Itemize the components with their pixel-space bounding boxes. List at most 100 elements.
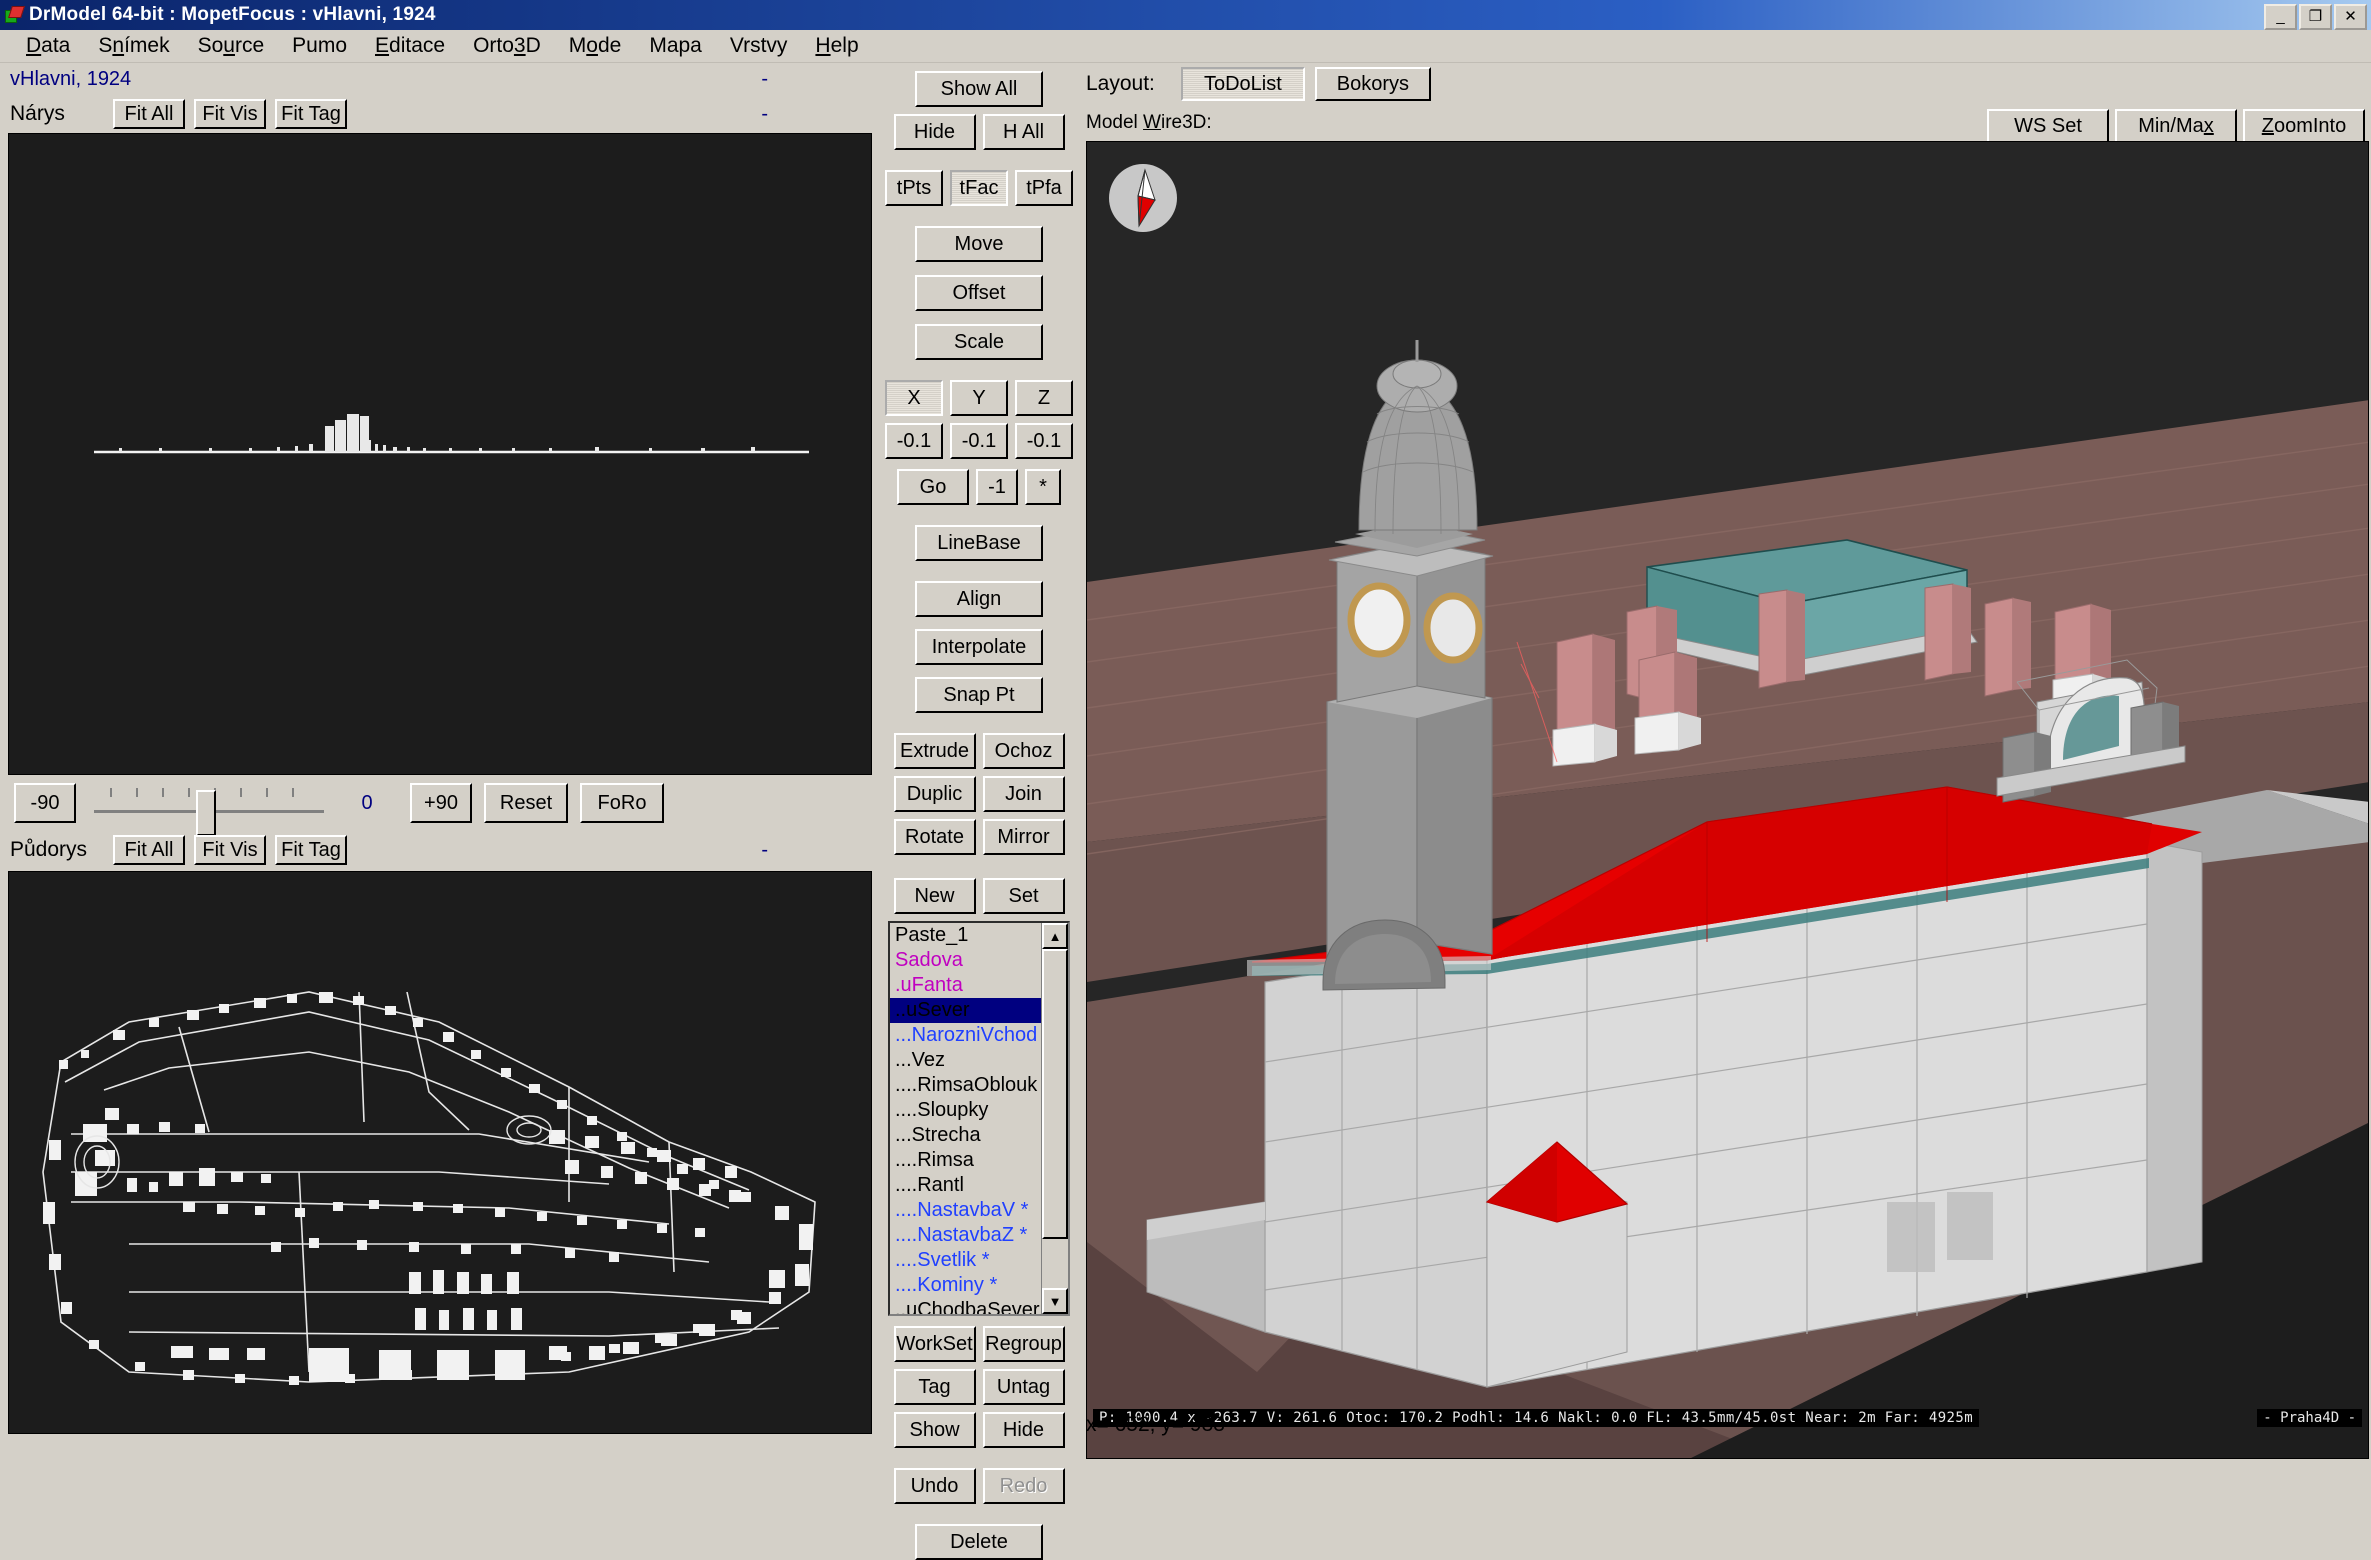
maximize-button[interactable]: ❐ bbox=[2299, 4, 2332, 30]
value-x-field[interactable]: -0.1 bbox=[885, 423, 943, 459]
menu-data[interactable]: DDataata bbox=[12, 32, 84, 60]
object-tree-items[interactable]: Paste_1 Sadova .uFanta ..uSever ...NarozniVc… bbox=[890, 923, 1042, 1314]
menu-pumo[interactable]: Pumo bbox=[278, 32, 361, 60]
tree-item[interactable]: ...Strecha bbox=[890, 1123, 1042, 1148]
linebase-button[interactable]: LineBase bbox=[915, 525, 1043, 561]
snap-pt-button[interactable]: Snap Pt bbox=[915, 677, 1043, 713]
delete-button[interactable]: Delete bbox=[915, 1524, 1043, 1560]
tpts-button[interactable]: tPts bbox=[885, 170, 943, 206]
workset-button[interactable]: WorkSet bbox=[893, 1326, 976, 1362]
align-button[interactable]: Align bbox=[915, 581, 1043, 617]
menu-snimek[interactable]: Snímek bbox=[84, 32, 183, 60]
hide-button[interactable]: Hide bbox=[893, 114, 976, 150]
plan-fit-vis-button[interactable]: Fit Vis bbox=[194, 835, 266, 865]
tree-item[interactable]: ....RimsaOblouk bbox=[890, 1073, 1042, 1098]
object-tree-list[interactable]: Paste_1 Sadova .uFanta ..uSever ...NarozniVc… bbox=[888, 921, 1070, 1316]
window-title: DrModel 64-bit : MopetFocus : vHlavni, 1… bbox=[29, 4, 436, 25]
slider-tick bbox=[240, 788, 242, 797]
join-button[interactable]: Join bbox=[982, 776, 1065, 812]
tree-scrollbar[interactable]: ▲ ▼ bbox=[1041, 923, 1068, 1314]
undo-button[interactable]: Undo bbox=[893, 1468, 976, 1504]
menu-orto3d[interactable]: Orto3D bbox=[459, 32, 555, 60]
tab-todolist[interactable]: ToDoList bbox=[1180, 67, 1305, 101]
plan-view-canvas[interactable] bbox=[8, 871, 872, 1434]
tree-item[interactable]: ....Kominy * bbox=[890, 1273, 1042, 1298]
tree-item[interactable]: ....Rimsa bbox=[890, 1148, 1042, 1173]
tree-item[interactable]: ....NastavbaV * bbox=[890, 1198, 1042, 1223]
menu-editace[interactable]: Editace bbox=[361, 32, 459, 60]
duplic-button[interactable]: Duplic bbox=[893, 776, 976, 812]
tree-item[interactable]: ..uChodbaSever bbox=[890, 1298, 1042, 1314]
show-all-button[interactable]: Show All bbox=[915, 71, 1043, 107]
tag-button[interactable]: Tag bbox=[893, 1369, 976, 1405]
scroll-up-button[interactable]: ▲ bbox=[1042, 923, 1068, 949]
tfac-button[interactable]: tFac bbox=[950, 170, 1008, 206]
tree-item[interactable]: Paste_1 bbox=[890, 923, 1042, 948]
set-button[interactable]: Set bbox=[982, 878, 1065, 914]
tree-item[interactable]: ....NastavbaZ * bbox=[890, 1223, 1042, 1248]
scale-button[interactable]: Scale bbox=[915, 324, 1043, 360]
min-max-button[interactable]: Min/Ma x bbox=[2115, 109, 2237, 143]
hide-selection-button[interactable]: Hide bbox=[982, 1412, 1065, 1448]
axis-z-button[interactable]: Z bbox=[1015, 380, 1073, 416]
go-button[interactable]: Go bbox=[897, 469, 969, 505]
h-all-button[interactable]: H All bbox=[982, 114, 1065, 150]
value-z-field[interactable]: -0.1 bbox=[1015, 423, 1073, 459]
move-button[interactable]: Move bbox=[915, 226, 1043, 262]
tree-item[interactable]: ...Vez bbox=[890, 1048, 1042, 1073]
menu-vrstvy[interactable]: Vrstvy bbox=[716, 32, 802, 60]
tree-item[interactable]: .uFanta bbox=[890, 973, 1042, 998]
minus-one-button[interactable]: -1 bbox=[976, 469, 1018, 505]
tree-item[interactable]: ..uSever bbox=[890, 998, 1042, 1023]
elevation-fit-tag-button[interactable]: Fit Tag bbox=[275, 99, 347, 129]
elevation-fit-all-button[interactable]: Fit All bbox=[113, 99, 185, 129]
tree-item[interactable]: Sadova bbox=[890, 948, 1042, 973]
tree-item[interactable]: ...NarozniVchod * bbox=[890, 1023, 1042, 1048]
minimize-button[interactable]: _ bbox=[2264, 4, 2297, 30]
elevation-view-header: Nárys Fit All Fit Vis Fit Tag - bbox=[0, 95, 878, 133]
new-button[interactable]: New bbox=[893, 878, 976, 914]
show-button[interactable]: Show bbox=[893, 1412, 976, 1448]
rotate-minus-90-button[interactable]: -90 bbox=[14, 783, 76, 823]
elevation-view-canvas[interactable] bbox=[8, 133, 872, 775]
star-button[interactable]: * bbox=[1025, 469, 1061, 505]
axis-y-button[interactable]: Y bbox=[950, 380, 1008, 416]
tree-item[interactable]: ....Sloupky bbox=[890, 1098, 1042, 1123]
tree-item[interactable]: ....Svetlik * bbox=[890, 1248, 1042, 1273]
ochoz-button[interactable]: Ochoz bbox=[982, 733, 1065, 769]
menu-help[interactable]: Help bbox=[801, 32, 872, 60]
value-y-field[interactable]: -0.1 bbox=[950, 423, 1008, 459]
mirror-button[interactable]: Mirror bbox=[982, 819, 1065, 855]
plan-fit-tag-button[interactable]: Fit Tag bbox=[275, 835, 347, 865]
compass-rose-icon bbox=[1109, 164, 1177, 232]
close-button[interactable]: ✕ bbox=[2334, 4, 2367, 30]
rotate-button[interactable]: Rotate bbox=[893, 819, 976, 855]
untag-button[interactable]: Untag bbox=[982, 1369, 1065, 1405]
ws-set-button[interactable]: WS Set bbox=[1987, 109, 2109, 143]
menu-mapa[interactable]: Mapa bbox=[635, 32, 716, 60]
elevation-fit-vis-button[interactable]: Fit Vis bbox=[194, 99, 266, 129]
plan-fit-all-button[interactable]: Fit All bbox=[113, 835, 185, 865]
menu-mode[interactable]: Mode bbox=[555, 32, 636, 60]
extrude-button[interactable]: Extrude bbox=[893, 733, 976, 769]
foro-button[interactable]: FoRo bbox=[580, 783, 664, 823]
viewport-3d[interactable]: P: 1000.4 x -263.7 V: 261.6 Otoc: 170.2 … bbox=[1086, 141, 2369, 1459]
offset-button[interactable]: Offset bbox=[915, 275, 1043, 311]
model-3d-panel: Layout: ToDoList Bokorys Model Wire3D: W… bbox=[1080, 63, 2371, 1459]
interpolate-button[interactable]: Interpolate bbox=[915, 629, 1043, 665]
rotate-plus-90-button[interactable]: +90 bbox=[410, 783, 472, 823]
viewport-status-text: P: 1000.4 x -263.7 V: 261.6 Otoc: 170.2 … bbox=[1093, 1409, 1980, 1427]
zoom-into-button[interactable]: ZoomInto bbox=[2243, 109, 2365, 143]
scroll-down-button[interactable]: ▼ bbox=[1042, 1288, 1068, 1314]
axis-x-button[interactable]: X bbox=[885, 380, 943, 416]
regroup-button[interactable]: Regroup bbox=[982, 1326, 1065, 1362]
rotation-reset-button[interactable]: Reset bbox=[484, 783, 568, 823]
slider-tick bbox=[110, 788, 112, 797]
menu-source[interactable]: Source bbox=[184, 32, 279, 60]
rotation-slider-thumb[interactable] bbox=[196, 790, 216, 836]
tpfa-button[interactable]: tPfa bbox=[1015, 170, 1073, 206]
tree-item[interactable]: ....Rantl bbox=[890, 1173, 1042, 1198]
tab-bokorys[interactable]: Bokorys bbox=[1314, 67, 1431, 101]
rotation-slider[interactable] bbox=[94, 782, 324, 836]
scroll-thumb[interactable] bbox=[1042, 949, 1068, 1239]
